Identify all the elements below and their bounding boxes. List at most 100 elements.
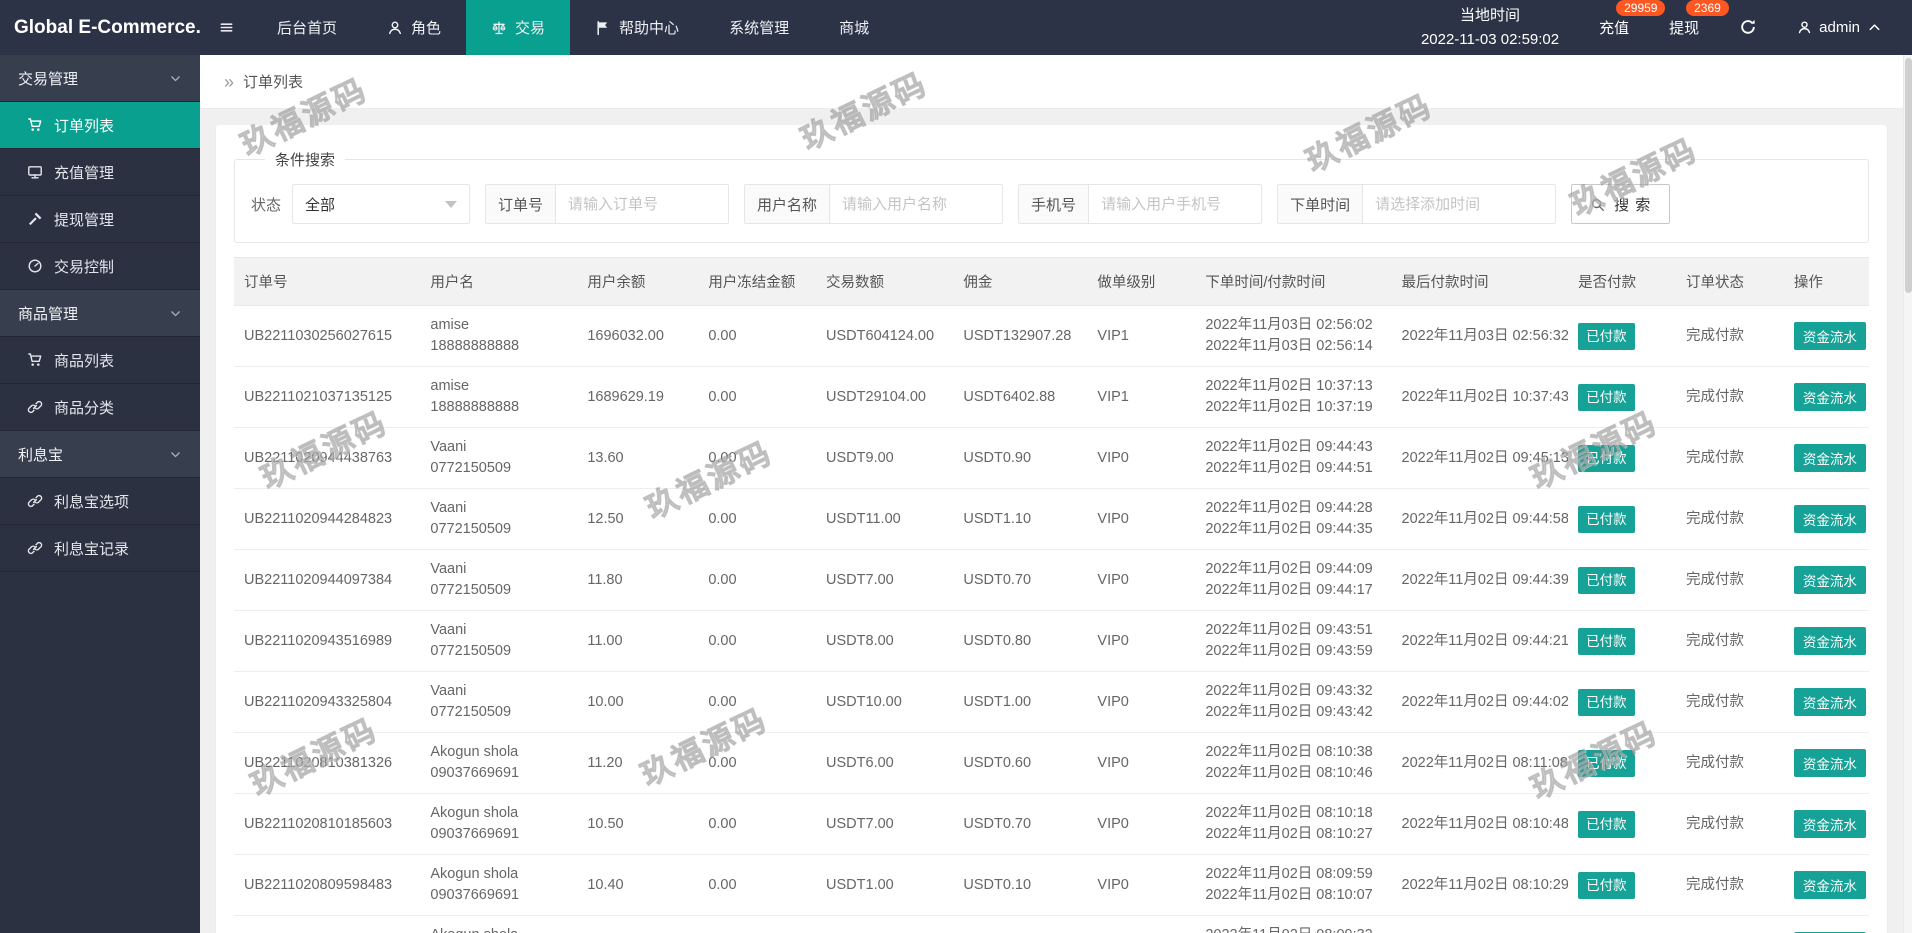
fund-flow-button[interactable]: 资金流水 (1793, 871, 1866, 899)
cart-icon (27, 117, 43, 133)
status-label: 状态 (251, 196, 282, 214)
scrollbar-thumb[interactable] (1905, 58, 1912, 293)
trade-amount-cell: USDT29104.00 (816, 366, 954, 428)
order-pay-time-cell: 2022年11月02日 09:44:28 2022年11月02日 09:44:35 (1195, 488, 1392, 550)
trade-amount-cell: USDT3.00 (816, 915, 954, 933)
table-row: UB2211030256027615 amise 18888888888 169603… (234, 305, 1869, 367)
filter-order-time-group: 下单时间 (1277, 184, 1557, 224)
fund-flow-button[interactable]: 资金流水 (1793, 749, 1866, 777)
nav-item-system[interactable]: 系统管理 (704, 0, 814, 55)
sidebar-item-order-list[interactable]: 订单列表 (0, 102, 200, 149)
nav-item-label: 后台首页 (277, 20, 338, 37)
filter-user-name-input[interactable] (830, 185, 1003, 223)
commission-cell: USDT0.70 (953, 549, 1088, 611)
column-header: 是否付款 (1568, 257, 1676, 306)
trade-amount-cell: USDT7.00 (816, 549, 954, 611)
nav-item-home[interactable]: 后台首页 (252, 0, 362, 55)
sidebar-group-lixibao[interactable]: 利息宝 (0, 431, 200, 478)
nav-item-label: 交易 (515, 20, 546, 37)
order-no-cell: UB2211020943516989 (234, 610, 421, 672)
paid-cell: 已付款 (1568, 427, 1676, 489)
sidebar-item-trade-control[interactable]: 交易控制 (0, 243, 200, 290)
nav-item-mall[interactable]: 商城 (814, 0, 894, 55)
paid-cell: 已付款 (1568, 732, 1676, 794)
paid-badge: 已付款 (1578, 627, 1635, 655)
paid-badge: 已付款 (1578, 749, 1635, 777)
paid-cell: 已付款 (1568, 305, 1676, 367)
table-row: UB2211020943325804 Vaani 0772150509 10.00 0.… (234, 671, 1869, 733)
sidebar: 交易管理订单列表 充值管理 提现管理 交易控制商品管理商品列表商品分类利息宝 利息宝选项… (0, 55, 200, 933)
order-pay-time-cell: 2022年11月02日 08:09:59 2022年11月02日 08:10:07 (1195, 854, 1392, 916)
commission-cell: USDT1.10 (953, 488, 1088, 550)
main-content: 条件搜索 状态 全部 订单号 用户名称 手机号 下单时间 搜 索 (200, 109, 1903, 933)
fund-flow-button[interactable]: 资金流水 (1793, 444, 1866, 472)
user-name-line: Vaani (430, 439, 467, 455)
fund-flow-button[interactable]: 资金流水 (1793, 627, 1866, 655)
nav-item-help[interactable]: 帮助中心 (570, 0, 704, 55)
sidebar-item-lixibao-records[interactable]: 利息宝记录 (0, 525, 200, 572)
last-pay-time-cell: 2022年11月02日 08:11:08 (1391, 732, 1569, 794)
order-time-line: 2022年11月02日 09:43:51 (1205, 622, 1373, 638)
nav-item-trade[interactable]: 交易 (466, 0, 571, 55)
sidebar-group-label: 商品管理 (18, 305, 79, 323)
admin-menu[interactable]: admin (1797, 19, 1882, 36)
order-status-cell: 完成付款 (1676, 427, 1784, 489)
commission-cell: USDT6402.88 (953, 366, 1088, 428)
link-icon (27, 540, 43, 556)
pay-time-line: 2022年11月02日 09:44:35 (1205, 521, 1373, 537)
user-icon (1797, 20, 1812, 35)
sidebar-group-trade-manage[interactable]: 交易管理 (0, 55, 200, 102)
paid-badge: 已付款 (1578, 566, 1635, 594)
vertical-scrollbar[interactable] (1903, 55, 1912, 933)
table-row: UB2211021037135125 amise 18888888888 168962… (234, 366, 1869, 428)
order-time-line: 2022年11月02日 09:44:28 (1205, 500, 1373, 516)
fund-flow-button[interactable]: 资金流水 (1793, 566, 1866, 594)
balance-cell: 10.10 (577, 915, 699, 933)
fund-flow-button[interactable]: 资金流水 (1793, 383, 1866, 411)
action-cell: 资金流水 (1783, 549, 1869, 611)
paid-badge: 已付款 (1578, 383, 1635, 411)
filter-order-no-input[interactable] (556, 185, 729, 223)
action-cell: 资金流水 (1783, 366, 1869, 428)
search-button[interactable]: 搜 索 (1571, 184, 1671, 224)
level-cell: VIP0 (1087, 610, 1196, 672)
sidebar-item-goods-list[interactable]: 商品列表 (0, 337, 200, 384)
paid-cell: 已付款 (1568, 549, 1676, 611)
sidebar-group-goods-manage[interactable]: 商品管理 (0, 290, 200, 337)
sidebar-item-withdraw-manage[interactable]: 提现管理 (0, 196, 200, 243)
table-row: UB2211020810381326 Akogun shola 0903766969… (234, 732, 1869, 794)
sidebar-group-label: 交易管理 (18, 70, 79, 88)
last-pay-time-cell: 2022年11月02日 08:10:29 (1391, 854, 1569, 916)
chevron-down-icon (169, 307, 182, 320)
last-pay-time-cell: 2022年11月02日 09:44:39 (1391, 549, 1569, 611)
sidebar-item-lixibao-options[interactable]: 利息宝选项 (0, 478, 200, 525)
fund-flow-button[interactable]: 资金流水 (1793, 688, 1866, 716)
status-select[interactable]: 全部 (292, 184, 471, 224)
level-cell: VIP0 (1087, 549, 1196, 611)
fund-flow-button[interactable]: 资金流水 (1793, 810, 1866, 838)
balance-cell: 12.50 (577, 488, 699, 550)
user-name-line: Akogun shola (430, 925, 567, 933)
nav-item-label: 帮助中心 (619, 20, 680, 37)
recharge-nav-item[interactable]: 充值 29959 (1599, 0, 1666, 38)
fund-flow-button[interactable]: 资金流水 (1793, 322, 1866, 350)
last-pay-time-cell: 2022年11月02日 08:10:02 (1391, 915, 1569, 933)
filter-phone-input[interactable] (1089, 185, 1262, 223)
hamburger-button[interactable] (200, 0, 252, 55)
flag-icon (595, 20, 611, 36)
app-logo: Global E-Commerce... (14, 16, 200, 38)
action-cell: 资金流水 (1783, 732, 1869, 794)
refresh-button[interactable] (1739, 18, 1757, 36)
fund-flow-button[interactable]: 资金流水 (1793, 505, 1866, 533)
orders-table: 订单号 用户名 用户余额 用户冻结金额 交易数额 佣金 做单级别 下单时间/付款时间 最后付款时… (234, 257, 1869, 933)
nav-item-roles[interactable]: 角色 (362, 0, 466, 55)
sidebar-item-label: 商品分类 (54, 399, 115, 417)
filter-row: 状态 全部 订单号 用户名称 手机号 下单时间 搜 索 (251, 184, 1852, 224)
user-name-line: Vaani (430, 500, 467, 516)
withdraw-nav-item[interactable]: 提现 2369 (1669, 0, 1729, 38)
sidebar-item-recharge-manage[interactable]: 充值管理 (0, 149, 200, 196)
sidebar-item-goods-category[interactable]: 商品分类 (0, 384, 200, 431)
order-time-line: 2022年11月02日 09:43:32 (1205, 683, 1373, 699)
user-cell: amise 18888888888 (420, 305, 578, 367)
filter-order-time-input[interactable] (1363, 185, 1556, 223)
